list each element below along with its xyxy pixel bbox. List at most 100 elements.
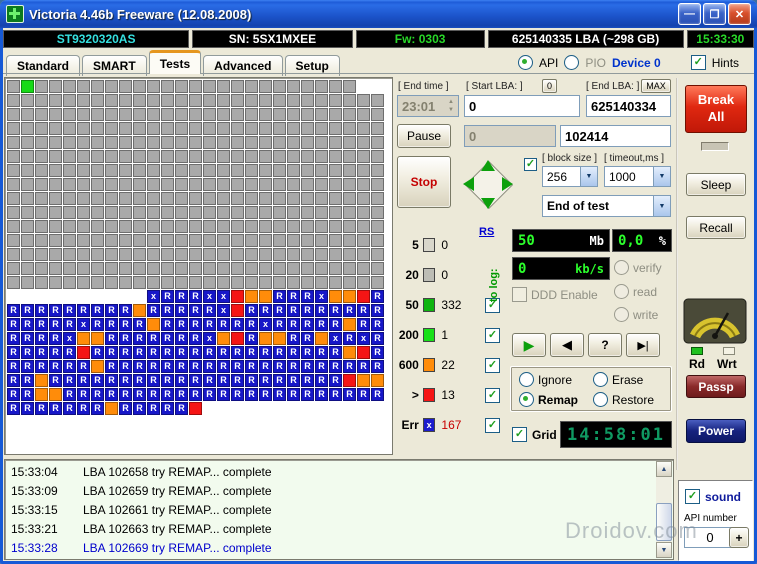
log-line[interactable]: 15:33:09 LBA 102659 try REMAP... complete <box>11 481 653 500</box>
grid-cell: R <box>21 318 34 331</box>
start-scan-button[interactable]: ▶ <box>512 333 546 357</box>
api-radio[interactable] <box>518 55 533 70</box>
grid-cell <box>175 150 188 163</box>
spin-up-icon[interactable]: ▲ <box>448 98 454 106</box>
grid-cell <box>301 150 314 163</box>
grid-cell <box>259 248 272 261</box>
ddd-label: DDD Enable <box>531 287 598 302</box>
grid-cell <box>357 220 370 233</box>
end-lba-input[interactable]: 625140334 <box>586 95 671 117</box>
log-time: 15:33:15 <box>11 502 58 517</box>
tab-tests[interactable]: Tests <box>148 50 202 74</box>
dropdown-arrow-icon[interactable]: ▼ <box>653 196 670 216</box>
arrow-left-icon[interactable] <box>463 177 474 191</box>
end-of-test-combo[interactable]: End of test ▼ <box>542 195 671 217</box>
mb-unit-label: Mb <box>589 233 604 248</box>
max-lba-button[interactable]: MAX <box>641 79 671 93</box>
grid-cell <box>245 262 258 275</box>
title-bar[interactable]: Victoria 4.46b Freeware (12.08.2008) — ❐… <box>0 0 757 28</box>
grid-cell: R <box>245 388 258 401</box>
erase-radio[interactable] <box>593 372 608 387</box>
log-line[interactable]: 15:33:21 LBA 102663 try REMAP... complete <box>11 519 653 538</box>
power-button[interactable]: Power <box>686 419 746 443</box>
log-filter-checkbox[interactable]: ✓ <box>485 417 501 433</box>
remap-radio[interactable] <box>519 392 534 407</box>
grid-cell: R <box>217 346 230 359</box>
verify-radio <box>614 260 629 275</box>
scroll-down-icon[interactable]: ▼ <box>656 542 672 558</box>
end-lba-label: [ End LBA: ] <box>586 81 640 92</box>
grid-cell <box>287 234 300 247</box>
restore-radio[interactable] <box>593 392 608 407</box>
api-number-plus-button[interactable]: + <box>729 527 749 548</box>
grid-cell-empty <box>105 290 118 303</box>
grid-cell: R <box>105 346 118 359</box>
grid-cell <box>49 276 62 289</box>
grid-cell <box>301 206 314 219</box>
grid-cell: R <box>259 346 272 359</box>
grid-cell <box>217 332 230 345</box>
grid-cell <box>35 220 48 233</box>
grid-cell <box>77 108 90 121</box>
ignore-radio[interactable] <box>519 372 534 387</box>
grid-cell: R <box>287 290 300 303</box>
start-lba-input[interactable]: 0 <box>464 95 580 117</box>
grid-cell <box>231 178 244 191</box>
grid-cell <box>161 150 174 163</box>
grid-cell <box>133 192 146 205</box>
grid-cell <box>189 276 202 289</box>
grid-cell <box>259 262 272 275</box>
skip-end-button[interactable]: ▶| <box>626 333 660 357</box>
grid-cell <box>35 192 48 205</box>
grid-cell <box>147 234 160 247</box>
recall-button[interactable]: Recall <box>686 216 746 239</box>
grid-cell-empty <box>7 290 20 303</box>
grid-cell <box>133 94 146 107</box>
grid-cell-empty <box>371 80 384 93</box>
grid-cell <box>91 262 104 275</box>
minimize-button[interactable]: — <box>678 3 701 25</box>
grid-cell <box>91 94 104 107</box>
sound-checkbox[interactable]: ✓ <box>685 489 700 504</box>
hints-checkbox[interactable]: ✓ <box>690 55 706 70</box>
grid-row <box>7 108 390 122</box>
grid-cell <box>133 108 146 121</box>
timeout-combo[interactable]: 1000 ▼ <box>604 166 671 187</box>
pause-button[interactable]: Pause <box>397 124 451 148</box>
log-filter-checkbox[interactable]: ✓ <box>485 327 501 343</box>
log-filter-checkbox[interactable]: ✓ <box>485 387 501 403</box>
dropdown-arrow-icon[interactable]: ▼ <box>580 167 597 186</box>
step-back-button[interactable]: ◀ <box>550 333 584 357</box>
arrow-up-icon[interactable] <box>481 160 495 171</box>
arrow-right-icon[interactable] <box>502 177 513 191</box>
seek-test-button[interactable]: ? <box>588 333 622 357</box>
loop-checkbox[interactable]: ✓ <box>524 158 537 171</box>
sleep-button[interactable]: Sleep <box>686 173 746 196</box>
grid-cell <box>357 192 370 205</box>
passp-button[interactable]: Passp <box>686 375 746 398</box>
grid-cell <box>301 220 314 233</box>
scroll-up-icon[interactable]: ▲ <box>656 461 672 477</box>
grid-row <box>7 94 390 108</box>
end-time-spinner[interactable]: 23:01 ▲ ▼ <box>397 95 459 117</box>
block-size-combo[interactable]: 256 ▼ <box>542 166 598 187</box>
start-lba-zero-button[interactable]: 0 <box>542 79 557 93</box>
spin-down-icon[interactable]: ▼ <box>448 106 454 114</box>
pio-radio[interactable] <box>564 55 580 70</box>
log-line[interactable]: 15:33:15 LBA 102661 try REMAP... complete <box>11 500 653 519</box>
dropdown-arrow-icon[interactable]: ▼ <box>653 167 670 186</box>
arrow-down-icon[interactable] <box>481 198 495 209</box>
grid-cell <box>35 136 48 149</box>
grid-cell <box>245 164 258 177</box>
maximize-button[interactable]: ❐ <box>703 3 726 25</box>
stop-button[interactable]: Stop <box>397 156 451 208</box>
grid-checkbox[interactable]: ✓ <box>512 427 527 442</box>
grid-cell <box>245 206 258 219</box>
grid-cell <box>343 346 356 359</box>
close-button[interactable]: ✕ <box>728 3 751 25</box>
log-line[interactable]: 15:33:04 LBA 102658 try REMAP... complete <box>11 462 653 481</box>
legend-threshold: 5 <box>412 238 419 252</box>
log-filter-checkbox[interactable]: ✓ <box>485 357 501 373</box>
break-all-button[interactable]: Break All <box>685 85 747 133</box>
log-line[interactable]: 15:33:28 LBA 102669 try REMAP... complete <box>11 538 653 557</box>
